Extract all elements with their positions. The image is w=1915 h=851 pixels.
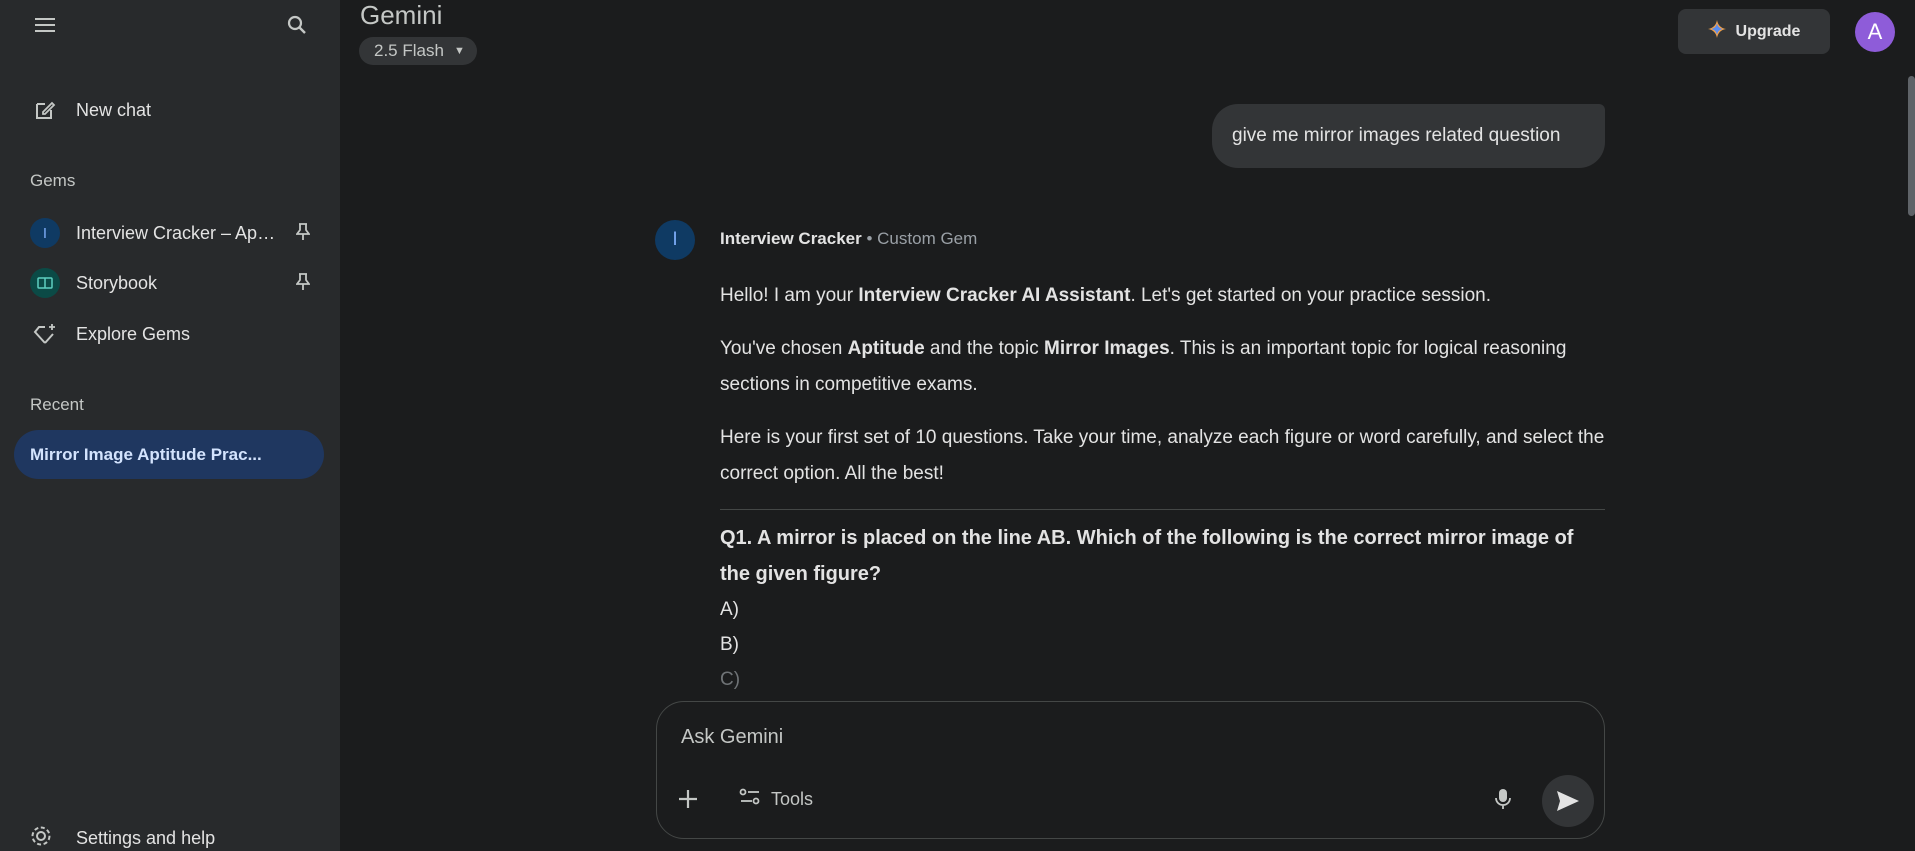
avatar[interactable]: A [1855,12,1895,52]
gem-item-interview-cracker[interactable]: I Interview Cracker – Apti... [14,209,326,257]
text: You've chosen [720,338,848,359]
gem-item-storybook[interactable]: Storybook [14,259,326,307]
option-a: A) [720,599,739,620]
tools-button[interactable]: Tools [739,788,813,811]
settings-and-help-button[interactable]: Settings and help [30,825,215,851]
caret-down-icon: ▼ [453,45,465,57]
gem-avatar: I [655,220,695,260]
sparkle-icon [1707,20,1726,43]
scrollbar[interactable] [1908,76,1915,216]
gems-section-title: Gems [30,171,76,190]
explore-gems-label: Explore Gems [76,323,191,344]
bold-text: Mirror Images [1044,338,1170,359]
response-header: Interview Cracker • Custom Gem [720,229,977,249]
gear-icon [30,825,52,851]
send-button[interactable] [1542,775,1594,827]
gem-label: Storybook [76,272,158,293]
upgrade-label: Upgrade [1735,22,1801,40]
question-1: Q1. A mirror is placed on the line AB. W… [720,527,1574,585]
new-chat-label: New chat [76,99,152,120]
gem-type: Custom Gem [877,229,978,248]
sidebar: New chat Gems I Interview Cracker – Apti… [0,0,340,851]
model-label: 2.5 Flash [374,41,444,60]
settings-label: Settings and help [76,828,216,848]
pin-icon[interactable] [295,273,311,296]
user-message: give me mirror images related question [1212,104,1605,168]
send-icon [1557,791,1579,811]
bold-text: Aptitude [847,338,925,359]
divider [720,509,1605,510]
model-selector[interactable]: 2.5 Flash ▼ [359,37,477,65]
prompt-input[interactable]: Ask Gemini [681,726,783,749]
explore-gems-button[interactable]: Explore Gems [14,310,326,358]
separator: • [861,229,878,248]
gem-avatar-wrap [30,267,60,299]
recent-section-title: Recent [30,395,84,414]
gem-name: Interview Cracker [720,229,862,248]
book-icon [30,268,60,298]
text: . Let's get started on your practice ses… [1130,285,1492,306]
recent-chat-item[interactable]: Mirror Image Aptitude Prac... [14,430,324,479]
new-chat-button[interactable]: New chat [14,86,326,134]
text: and the topic [924,338,1045,359]
paragraph-instructions: Here is your first set of 10 questions. … [720,427,1605,484]
add-icon[interactable] [677,788,699,815]
gem-label: Interview Cracker – Apti... [76,222,276,243]
text: Hello! I am your [720,285,859,306]
gem-diamond-icon [30,318,60,350]
option-c: C) [720,669,741,690]
search-icon[interactable] [277,5,317,45]
prompt-input-box[interactable]: Ask Gemini Tools [656,701,1605,839]
response-body: Hello! I am your Interview Cracker AI As… [720,278,1605,697]
app-title: Gemini [360,0,443,30]
microphone-icon[interactable] [1495,788,1511,815]
edit-icon [30,94,60,126]
gem-avatar-wrap: I [30,217,60,249]
upgrade-button[interactable]: Upgrade [1678,9,1830,54]
pin-icon[interactable] [295,223,311,246]
recent-chat-label: Mirror Image Aptitude Prac... [30,444,262,464]
user-message-text: give me mirror images related question [1232,125,1561,146]
paragraph-topic: You've chosen Aptitude and the topic Mir… [720,331,1605,403]
gem-avatar: I [30,218,60,248]
menu-icon[interactable] [25,5,65,45]
paragraph-greeting: Hello! I am your Interview Cracker AI As… [720,278,1605,314]
tools-icon [739,788,761,811]
tools-label: Tools [771,789,814,809]
bold-text: Interview Cracker AI Assistant [858,285,1131,306]
option-b: B) [720,634,739,655]
